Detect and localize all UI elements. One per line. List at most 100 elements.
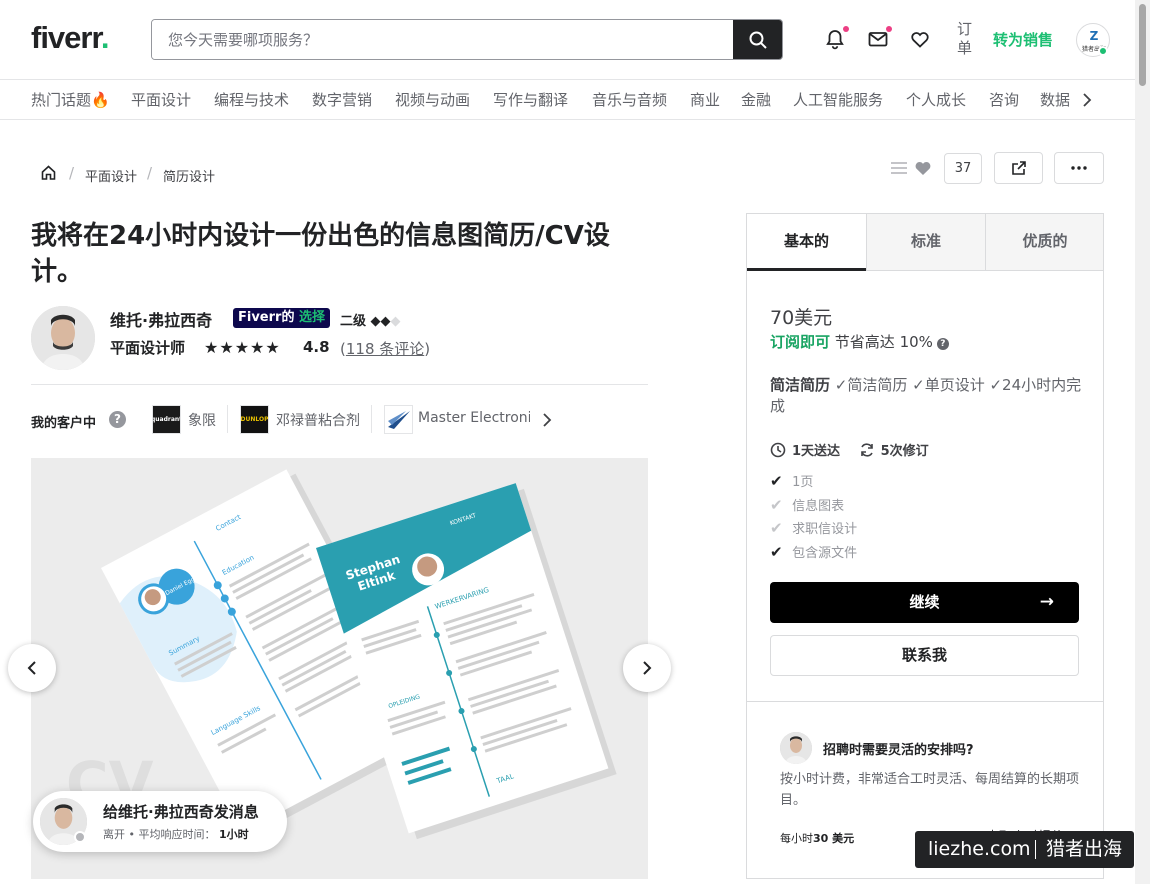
feature-item: ✔ 信息图表: [770, 496, 845, 514]
package-description: 简洁简历 ✓简洁简历 ✓单页设计 ✓24小时内完成: [770, 376, 1082, 415]
subscribe-save: 订阅即可 节省高达 10%?: [770, 331, 949, 352]
client-logo-dunlop: DUNLOP: [240, 405, 269, 434]
clock-icon: [770, 442, 786, 458]
refresh-icon: [860, 443, 873, 457]
chevron-right-icon: [643, 661, 652, 675]
top-header: fiverr. 订单 转为销售 Z猎者出海: [0, 0, 1135, 80]
mail-icon[interactable]: [867, 28, 889, 50]
category-digital-marketing[interactable]: 数字营销: [312, 89, 372, 110]
divider: [31, 384, 648, 385]
category-personal-growth[interactable]: 个人成长: [906, 89, 966, 110]
category-trending[interactable]: 热门话题🔥: [31, 89, 110, 110]
online-status-dot: [1098, 46, 1108, 56]
watermark-badge: liezhe.com 猎者出海: [915, 831, 1134, 868]
seller-level: 二级 ◆◆◆: [340, 314, 401, 329]
feature-item: ✔ 包含源文件: [770, 543, 858, 561]
check-icon: ✔: [770, 472, 783, 490]
message-seller-bubble[interactable]: 给维托·弗拉西奇发消息 离开 • 平均响应时间： 1小时: [33, 791, 287, 852]
chevron-left-icon: [27, 661, 36, 675]
scrollbar-track[interactable]: [1135, 0, 1150, 884]
chevron-right-icon[interactable]: [541, 412, 553, 428]
category-music-audio[interactable]: 音乐与音频: [592, 89, 667, 110]
scrollbar-thumb[interactable]: [1139, 4, 1146, 86]
gig-title: 我将在24小时内设计一份出色的信息图简历/CV设计。: [31, 221, 610, 287]
divider: [227, 405, 228, 433]
hourly-rate: 每小时30 美元: [780, 832, 855, 845]
category-nav: 热门话题🔥 平面设计 编程与技术 数字营销 视频与动画 写作与翻译 音乐与音频 …: [0, 80, 1135, 120]
message-dot: [886, 26, 892, 32]
heart-filled-icon[interactable]: [914, 160, 932, 176]
list-icon[interactable]: [890, 160, 908, 176]
breadcrumb-separator: /: [69, 164, 75, 182]
help-icon[interactable]: ?: [936, 338, 949, 350]
feature-item: ✔ 求职信设计: [770, 519, 858, 537]
message-title: 给维托·弗拉西奇发消息: [103, 803, 259, 821]
level-diamonds: ◆◆: [370, 314, 391, 329]
category-video-animation[interactable]: 视频与动画: [395, 89, 470, 110]
search-icon: [749, 31, 767, 49]
delivery-info: 1天送达 5次修订: [770, 440, 929, 459]
client-name: 象限: [188, 413, 216, 429]
gallery-prev-button[interactable]: [8, 644, 56, 692]
arrow-right-icon: →: [1039, 592, 1054, 612]
fiverr-choice-badge: Fiverr的 选择: [233, 308, 330, 328]
divider: [371, 405, 372, 433]
fiverr-logo[interactable]: fiverr.: [31, 20, 109, 56]
breadcrumb-item-resume[interactable]: 简历设计: [163, 166, 215, 185]
seller-avatar[interactable]: [31, 306, 95, 370]
heart-icon[interactable]: [909, 28, 931, 50]
seller-role: 平面设计师: [110, 339, 186, 357]
seller-photo: [31, 306, 95, 370]
rating-value: 4.8: [303, 338, 330, 356]
away-status-dot: [74, 831, 86, 843]
category-programming[interactable]: 编程与技术: [214, 89, 289, 110]
tab-basic[interactable]: 基本的: [747, 214, 866, 271]
breadcrumb-item-graphics[interactable]: 平面设计: [85, 166, 137, 185]
chevron-right-icon[interactable]: [1081, 92, 1093, 108]
response-time: 离开 • 平均响应时间： 1小时: [103, 828, 249, 841]
category-business[interactable]: 商业: [690, 89, 720, 110]
share-button[interactable]: [994, 152, 1043, 184]
continue-button[interactable]: 继续 →: [770, 582, 1079, 623]
client-logo-quadrant: quadrant: [152, 405, 181, 434]
orders-link[interactable]: 订单: [957, 20, 975, 58]
check-icon: ✔: [770, 519, 783, 537]
gallery-next-button[interactable]: [623, 644, 671, 692]
category-consulting[interactable]: 咨询: [989, 89, 1019, 110]
become-seller-link[interactable]: 转为销售: [993, 29, 1053, 50]
category-finance[interactable]: 金融: [741, 89, 771, 110]
package-tabs: 基本的 标准 优质的: [746, 213, 1104, 271]
breadcrumb-separator: /: [147, 164, 153, 182]
reviews-link[interactable]: (118 条评论): [340, 338, 430, 359]
check-icon: ✔: [770, 496, 783, 514]
package-price: 70美元: [770, 307, 833, 329]
tab-standard[interactable]: 标准: [866, 214, 985, 271]
feature-item: ✔ 1页: [770, 472, 814, 490]
search-button[interactable]: [733, 20, 782, 59]
client-name: Master Electronic: [418, 410, 530, 426]
more-options-button[interactable]: [1054, 152, 1104, 184]
bell-icon[interactable]: [824, 28, 846, 50]
svg-text:Z: Z: [1090, 29, 1099, 43]
contact-me-button[interactable]: 联系我: [770, 635, 1079, 676]
home-icon[interactable]: [40, 164, 57, 181]
category-data[interactable]: 数据: [1040, 89, 1070, 110]
share-icon: [1011, 161, 1026, 175]
star-rating-icon: ★★★★★: [204, 338, 281, 357]
tab-premium[interactable]: 优质的: [985, 214, 1104, 271]
subscribe-link[interactable]: 订阅即可: [770, 333, 830, 351]
search-input[interactable]: [152, 20, 735, 59]
save-count: 37: [944, 153, 982, 184]
client-name: 邓禄普粘合剂: [276, 413, 360, 429]
category-writing-translation[interactable]: 写作与翻译: [493, 89, 568, 110]
clients-label: 我的客户中: [31, 416, 97, 431]
help-icon[interactable]: ?: [109, 411, 126, 428]
seller-avatar: [780, 732, 812, 764]
category-ai-services[interactable]: 人工智能服务: [793, 89, 883, 110]
category-graphics-design[interactable]: 平面设计: [131, 89, 191, 110]
search-bar: [151, 19, 783, 60]
hourly-description: 按小时计费，非常适合工时灵活、每周结算的长期项目。: [780, 772, 1080, 808]
check-icon: ✔: [770, 543, 783, 561]
client-logo-master-electronic: [384, 405, 413, 434]
seller-name[interactable]: 维托·弗拉西奇: [110, 307, 212, 331]
